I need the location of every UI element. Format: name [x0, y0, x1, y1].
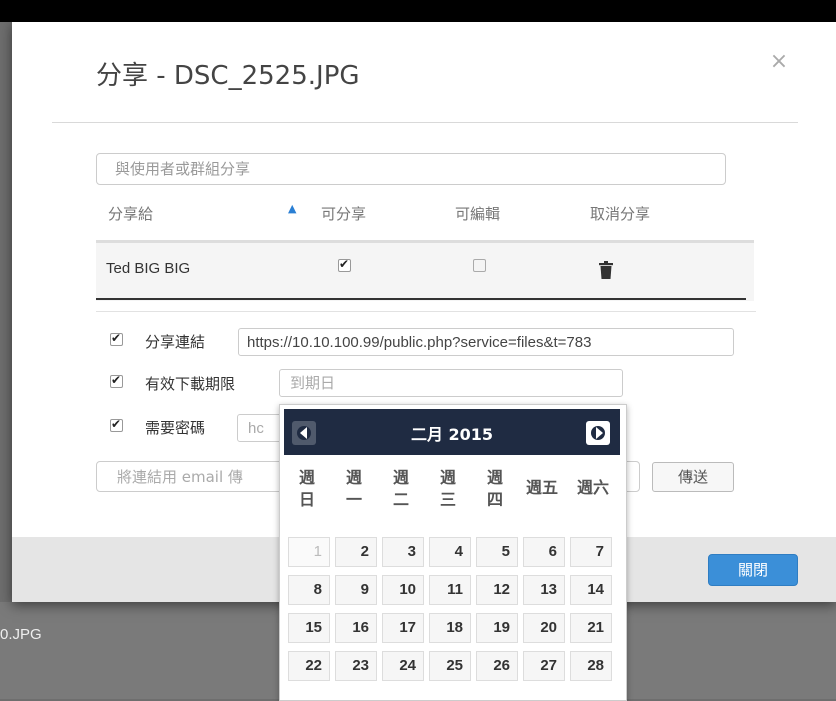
next-month-icon[interactable] — [586, 421, 610, 445]
weekday-label: 週 一 — [345, 468, 362, 509]
calendar-day[interactable]: 13 — [523, 575, 565, 605]
header-can-share: 可分享 — [321, 205, 367, 223]
trash-icon[interactable] — [599, 261, 613, 279]
calendar-day[interactable]: 20 — [523, 613, 565, 643]
header-shared-with: 分享給 — [108, 205, 154, 223]
calendar-day[interactable]: 26 — [476, 651, 518, 681]
expiry-date-input[interactable] — [279, 369, 623, 397]
dialog-title: 分享 - DSC_2525.JPG — [96, 61, 360, 91]
can-edit-checkbox[interactable] — [473, 259, 486, 272]
calendar-day[interactable]: 22 — [288, 651, 330, 681]
weekday-label: 週 二 — [392, 468, 409, 509]
weekday-label: 週 四 — [486, 468, 503, 509]
calendar-day[interactable]: 28 — [570, 651, 612, 681]
calendar-day[interactable]: 17 — [382, 613, 424, 643]
header-unshare: 取消分享 — [590, 205, 651, 223]
calendar-day[interactable]: 9 — [335, 575, 377, 605]
calendar-day[interactable]: 18 — [429, 613, 471, 643]
expiry-label: 有效下載期限 — [145, 375, 236, 393]
calendar-day[interactable]: 16 — [335, 613, 377, 643]
shared-user-name: Ted BIG BIG — [106, 260, 191, 277]
calendar-day[interactable]: 5 — [476, 537, 518, 567]
datepicker-month-title: 二月 2015 — [410, 425, 494, 444]
password-label: 需要密碼 — [145, 419, 206, 437]
close-icon[interactable]: × — [768, 51, 790, 73]
background-file-name: 0.JPG — [0, 626, 42, 643]
calendar-day[interactable]: 2 — [335, 537, 377, 567]
calendar-day[interactable]: 25 — [429, 651, 471, 681]
calendar-day[interactable]: 10 — [382, 575, 424, 605]
calendar-day[interactable]: 23 — [335, 651, 377, 681]
share-link-field[interactable] — [238, 328, 734, 356]
row-divider — [96, 298, 746, 300]
share-row — [96, 240, 754, 301]
datepicker: 二月 2015 週 日週 一週 二週 三週 四週五 週六 1 2 3 4 5 6 7 8 9 10 1… — [279, 404, 627, 701]
calendar-day[interactable]: 4 — [429, 537, 471, 567]
weekday-label: 週五 — [525, 478, 558, 497]
weekday-label: 週 三 — [439, 468, 456, 509]
calendar-day[interactable]: 11 — [429, 575, 471, 605]
close-button[interactable]: 關閉 — [708, 554, 798, 586]
calendar-day[interactable]: 12 — [476, 575, 518, 605]
share-link-label: 分享連結 — [145, 333, 206, 351]
calendar-day: 1 — [288, 537, 330, 567]
top-bar — [0, 0, 836, 22]
datepicker-header: 二月 2015 — [284, 409, 620, 455]
sort-up-icon[interactable]: ▲ — [288, 202, 296, 215]
calendar-day[interactable]: 3 — [382, 537, 424, 567]
password-checkbox[interactable] — [110, 417, 123, 432]
calendar-day[interactable]: 19 — [476, 613, 518, 643]
calendar-day[interactable]: 7 — [570, 537, 612, 567]
share-with-input[interactable] — [96, 153, 726, 185]
share-link-checkbox[interactable] — [110, 331, 123, 346]
calendar-day[interactable]: 21 — [570, 613, 612, 643]
send-email-button[interactable]: 傳送 — [652, 462, 734, 492]
header-can-edit: 可編輯 — [455, 205, 501, 223]
calendar-day[interactable]: 14 — [570, 575, 612, 605]
calendar-day[interactable]: 27 — [523, 651, 565, 681]
expiry-checkbox[interactable] — [110, 373, 123, 388]
weekday-label: 週六 — [576, 478, 609, 497]
weekday-label: 週 日 — [298, 468, 315, 509]
can-share-checkbox[interactable] — [338, 257, 351, 272]
calendar-day[interactable]: 24 — [382, 651, 424, 681]
calendar-day[interactable]: 8 — [288, 575, 330, 605]
calendar-day[interactable]: 15 — [288, 613, 330, 643]
calendar-day[interactable]: 6 — [523, 537, 565, 567]
section-divider — [96, 311, 756, 312]
title-divider — [52, 122, 798, 123]
